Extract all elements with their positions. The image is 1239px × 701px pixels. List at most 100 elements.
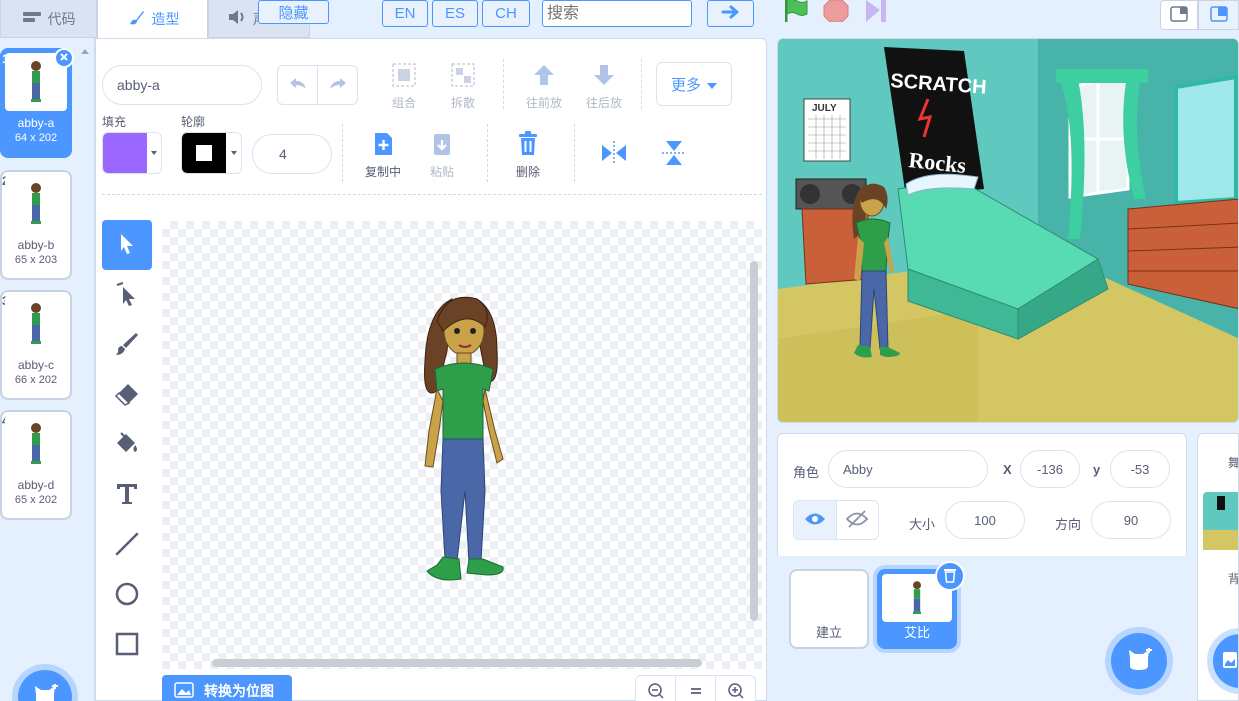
lang-es-button[interactable]: ES — [432, 0, 478, 27]
redo-button[interactable] — [318, 66, 357, 104]
flip-vertical-button[interactable] — [662, 139, 688, 169]
hide-sprite-button[interactable] — [837, 501, 879, 539]
copy-icon — [371, 131, 395, 160]
paint-editor: 组合 拆散 往前放 往后放 更多 填充 轮廓 复制中 粘贴 删除 — [95, 38, 767, 701]
choose-costume-button[interactable] — [18, 670, 72, 701]
zoom-in-icon — [727, 682, 745, 701]
costume-list-scroll-up[interactable] — [80, 44, 90, 54]
line-tool[interactable] — [102, 520, 152, 570]
costume-item[interactable]: 4 abby-d 65 x 202 — [0, 410, 72, 520]
more-button[interactable]: 更多 — [656, 62, 732, 106]
arrow-up-icon — [530, 61, 558, 92]
large-stage-icon — [1209, 5, 1228, 25]
costume-drawing — [424, 296, 504, 581]
tab-costumes[interactable]: 造型 — [97, 0, 208, 38]
turbo-icon[interactable] — [862, 0, 890, 22]
costume-name: abby-c — [17, 358, 55, 372]
convert-label: 转换为位图 — [204, 683, 274, 699]
costume-item[interactable]: 3 abby-c 66 x 202 — [0, 290, 72, 400]
lang-ch-button[interactable]: CH — [482, 0, 530, 27]
size-label: 大小 — [909, 517, 936, 532]
stage[interactable]: SCRATCH Rocks JULY — [777, 38, 1239, 423]
sprite-tile-name: 艾比 — [903, 625, 930, 640]
zoom-out-button[interactable] — [636, 676, 676, 701]
stage-backdrop-panel[interactable]: 舞 背 — [1197, 433, 1239, 701]
size-input[interactable] — [945, 501, 1025, 539]
eraser-icon — [114, 382, 140, 409]
canvas-scrollbar-vertical[interactable] — [750, 261, 758, 621]
copy-button[interactable]: 复制中 — [360, 131, 406, 180]
choose-sprite-button[interactable] — [1111, 633, 1167, 689]
show-button[interactable] — [794, 501, 837, 539]
toolbar-divider — [487, 124, 488, 182]
fill-tool[interactable] — [102, 420, 152, 470]
stage-backdrop-bedroom: SCRATCH Rocks JULY — [778, 39, 1238, 422]
outline-color-picker[interactable] — [181, 132, 242, 174]
small-stage-button[interactable] — [1160, 0, 1198, 30]
hide-button[interactable]: 隐藏 — [258, 0, 329, 24]
reshape-tool[interactable] — [102, 270, 152, 320]
backdrop-thumbnail — [1203, 492, 1238, 550]
trash-icon — [943, 567, 957, 586]
sprite-tile[interactable]: 建立 — [789, 569, 869, 649]
undo-redo-group — [277, 65, 358, 105]
large-stage-button[interactable] — [1198, 0, 1239, 30]
green-flag-icon[interactable] — [782, 0, 810, 22]
paste-button[interactable]: 粘贴 — [422, 131, 462, 180]
costume-item[interactable]: 2 abby-b 65 x 203 — [0, 170, 72, 280]
costume-delete-button[interactable] — [54, 48, 74, 68]
backward-button[interactable]: 往后放 — [582, 61, 626, 111]
costume-name: abby-a — [17, 116, 55, 130]
stop-icon[interactable] — [822, 0, 850, 23]
text-tool[interactable] — [102, 470, 152, 520]
outline-swatch — [182, 133, 226, 173]
group-button[interactable]: 组合 — [384, 61, 424, 111]
select-tool[interactable] — [102, 220, 152, 270]
zoom-out-icon — [647, 682, 665, 701]
outline-width-input[interactable] — [252, 134, 332, 174]
sprite-name-input[interactable] — [828, 450, 988, 488]
sprite-delete-button[interactable] — [935, 561, 965, 591]
ungroup-button[interactable]: 拆散 — [443, 61, 483, 111]
flip-horizontal-button[interactable] — [600, 141, 630, 167]
eraser-tool[interactable] — [102, 370, 152, 420]
rectangle-tool[interactable] — [102, 620, 152, 670]
zoom-in-button[interactable] — [716, 676, 755, 701]
sprite-tile-name: 建立 — [815, 625, 842, 640]
choose-backdrop-button[interactable] — [1213, 634, 1238, 688]
tab-code[interactable]: 代码 — [0, 0, 97, 38]
search-go-button[interactable] — [707, 0, 754, 27]
lang-en-button[interactable]: EN — [382, 0, 428, 27]
toolbar-divider — [342, 124, 343, 182]
brush-tool[interactable] — [102, 320, 152, 370]
fill-label: 填充 — [102, 115, 127, 129]
costume-size: 65 x 203 — [14, 254, 58, 266]
canvas-scrollbar-horizontal[interactable] — [212, 659, 702, 667]
costume-name-input[interactable] — [102, 65, 262, 105]
equals-icon — [689, 685, 703, 699]
backward-label: 往后放 — [585, 96, 622, 110]
fill-color-picker[interactable] — [102, 132, 162, 174]
select-arrow-icon — [117, 232, 137, 259]
backdrop-label: 背 — [1228, 572, 1239, 586]
sprite-label: 角色 — [793, 465, 820, 480]
zoom-reset-button[interactable] — [676, 676, 716, 701]
fill-swatch — [103, 133, 147, 173]
convert-to-bitmap-button[interactable]: 转换为位图 — [162, 675, 292, 701]
search-input[interactable] — [542, 0, 692, 27]
paint-canvas[interactable] — [162, 221, 762, 669]
x-input[interactable] — [1020, 450, 1080, 488]
y-input[interactable] — [1110, 450, 1170, 488]
rectangle-icon — [114, 631, 140, 660]
direction-input[interactable] — [1091, 501, 1171, 539]
forward-button[interactable]: 往前放 — [522, 61, 566, 111]
circle-tool[interactable] — [102, 570, 152, 620]
cat-icon — [1126, 646, 1152, 675]
delete-button[interactable]: 删除 — [508, 131, 548, 180]
costume-name: abby-b — [17, 238, 55, 252]
toolbar-divider — [503, 59, 504, 109]
outline-label: 轮廓 — [181, 115, 206, 129]
tab-code-label: 代码 — [47, 10, 76, 27]
costume-size: 65 x 202 — [14, 494, 58, 506]
undo-button[interactable] — [278, 66, 318, 104]
